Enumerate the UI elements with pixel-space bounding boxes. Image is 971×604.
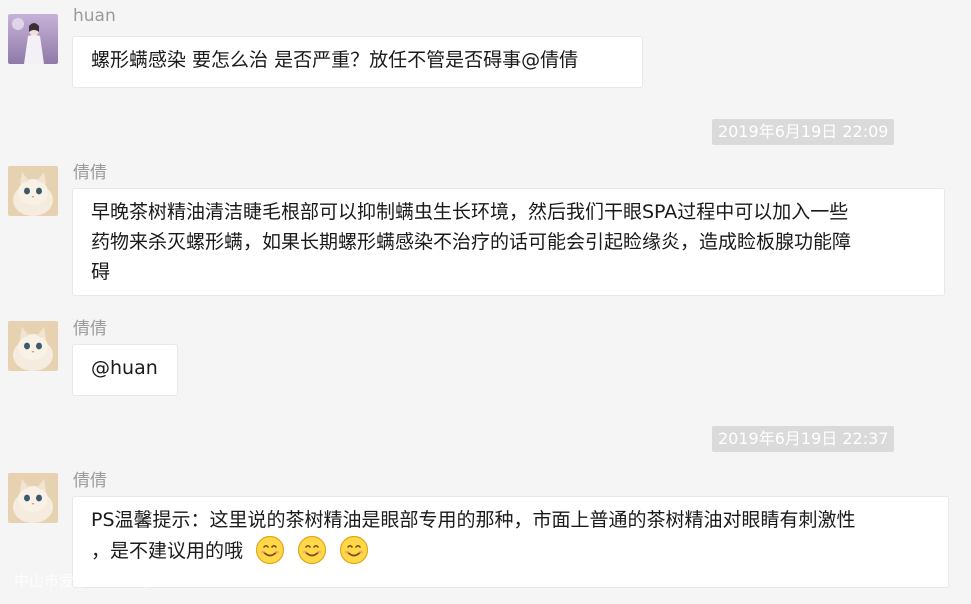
cat-avatar-image bbox=[8, 473, 58, 523]
avatar-qianqian[interactable] bbox=[8, 473, 58, 523]
smile-emoji-icon bbox=[255, 535, 285, 565]
message-bubble[interactable]: @huan bbox=[72, 344, 178, 396]
message-text-line: ，是不建议用的哦 bbox=[91, 535, 934, 566]
message-bubble[interactable]: 螺形螨感染 要怎么治 是否严重？放任不管是否碍事@倩倩 bbox=[72, 36, 643, 88]
smile-emoji-icon bbox=[339, 535, 369, 565]
sender-name: 倩倩 bbox=[73, 319, 107, 339]
sender-name: 倩倩 bbox=[73, 471, 107, 491]
timestamp: 2019年6月19日 22:09 bbox=[712, 119, 895, 145]
watermark: 中山市爱尔眼科医院 bbox=[14, 572, 150, 590]
message-text-line: 碍 bbox=[91, 261, 111, 283]
avatar-huan-image bbox=[8, 14, 58, 64]
avatar-qianqian[interactable] bbox=[8, 166, 58, 216]
message-text-line: 药物来杀灭螺形螨，如果长期螺形螨感染不治疗的话可能会引起睑缘炎，造成睑板腺功能障 bbox=[91, 231, 852, 253]
message-text: ，是不建议用的哦 bbox=[91, 540, 244, 562]
message-bubble[interactable]: PS温馨提示：这里说的茶树精油是眼部专用的那种，市面上普通的茶树精油对眼睛有刺激… bbox=[72, 496, 949, 588]
cat-avatar-image bbox=[8, 321, 58, 371]
sender-name: huan bbox=[73, 6, 116, 26]
message-text: @huan bbox=[91, 357, 158, 379]
message-bubble[interactable]: 早晚茶树精油清洁睫毛根部可以抑制螨虫生长环境，然后我们干眼SPA过程中可以加入一… bbox=[72, 188, 945, 296]
smile-emoji-icon bbox=[297, 535, 327, 565]
avatar-qianqian[interactable] bbox=[8, 321, 58, 371]
sender-name: 倩倩 bbox=[73, 163, 107, 183]
message-text: 螺形螨感染 要怎么治 是否严重？放任不管是否碍事@倩倩 bbox=[91, 49, 579, 71]
message-text-line: 早晚茶树精油清洁睫毛根部可以抑制螨虫生长环境，然后我们干眼SPA过程中可以加入一… bbox=[91, 201, 849, 223]
cat-avatar-image bbox=[8, 166, 58, 216]
avatar-huan[interactable] bbox=[8, 14, 58, 64]
timestamp: 2019年6月19日 22:37 bbox=[712, 426, 895, 452]
message-text-line: PS温馨提示：这里说的茶树精油是眼部专用的那种，市面上普通的茶树精油对眼睛有刺激… bbox=[91, 509, 856, 531]
